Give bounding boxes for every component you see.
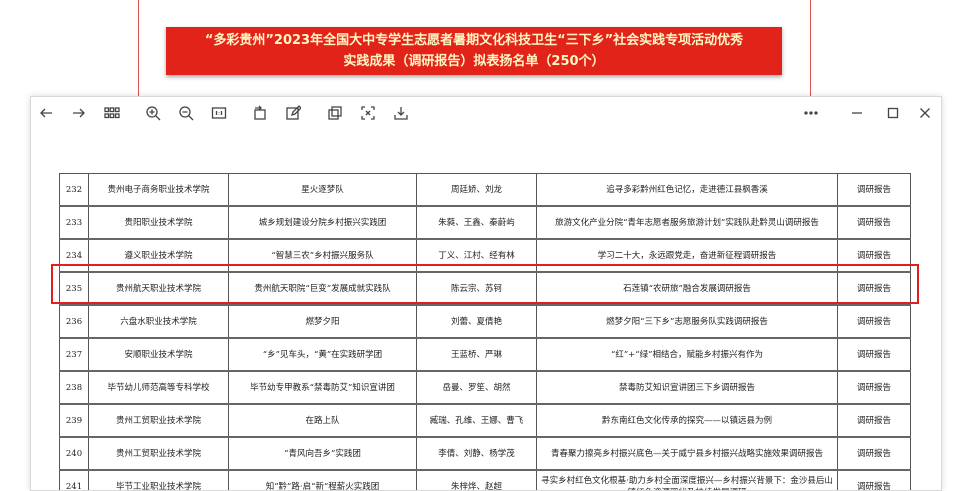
- table-row: 236 六盘水职业技术学院 燃梦夕阳 刘蕾、夏倩艳 燃梦夕阳“三下乡”志愿服务队实践调研…: [59, 304, 911, 339]
- report-title-cell: 燃梦夕阳“三下乡”志愿服务队实践调研报告: [536, 304, 838, 339]
- report-title-cell: 追寻多彩黔州红色记忆，走进德江县枫香溪: [536, 173, 838, 207]
- report-type-cell: 调研报告: [837, 469, 911, 490]
- school-name-cell: 毕节工业职业技术学院: [88, 469, 229, 490]
- table-row: 235 贵州航天职业技术学院 贵州航天职院“巨变”发展成就实践队 陈云宗、苏钶 石莲镇“…: [59, 271, 911, 306]
- team-name-cell: 知“黔”路·启“新”程薪火实践团: [228, 469, 417, 490]
- download-icon[interactable]: [391, 103, 411, 123]
- team-name-cell: “青风向吾乡”实践团: [228, 436, 417, 471]
- actual-size-icon[interactable]: [209, 103, 229, 123]
- school-name-cell: 贵州航天职业技术学院: [88, 271, 229, 306]
- member-names-cell: 丁义、江村、经有林: [416, 238, 537, 273]
- team-name-cell: 燃梦夕阳: [228, 304, 417, 339]
- table-row: 240 贵州工贸职业技术学院 “青风向吾乡”实践团 李倩、刘静、杨学茂 青春聚力擦亮乡村…: [59, 436, 911, 471]
- report-type-cell: 调研报告: [837, 337, 911, 372]
- zoom-out-icon[interactable]: [176, 103, 196, 123]
- row-number-cell: 236: [59, 304, 89, 339]
- report-type-cell: 调研报告: [837, 436, 911, 471]
- member-names-cell: 李倩、刘静、杨学茂: [416, 436, 537, 471]
- table-row: 238 毕节幼儿师范高等专科学校 毕节幼专甲教系“禁毒防艾”知识宣讲团 岳曼、罗笙、胡…: [59, 370, 911, 405]
- row-number-cell: 240: [59, 436, 89, 471]
- forward-arrow-icon[interactable]: [69, 103, 89, 123]
- team-name-cell: “乡”见车头，“黄”在实践研学团: [228, 337, 417, 372]
- school-name-cell: 六盘水职业技术学院: [88, 304, 229, 339]
- report-title-cell: 学习二十大，永远跟党走，奋进新征程调研报告: [536, 238, 838, 273]
- school-name-cell: 贵州电子商务职业技术学院: [88, 173, 229, 207]
- report-title-cell: 旅游文化产业分院“青年志愿者服务旅游计划”实践队赴黔灵山调研报告: [536, 205, 838, 240]
- image-viewer-window: 232 贵州电子商务职业技术学院 星火逐梦队 周廷娇、刘龙 追寻多彩黔州红色记忆，走进德…: [30, 96, 942, 491]
- table-row: 239 贵州工贸职业技术学院 在路上队 臧瑞、孔维、王娜、曹飞 黔东南红色文化传承的探究…: [59, 403, 911, 438]
- document-border-right: [810, 0, 811, 96]
- report-title-cell: 禁毒防艾知识宣讲团三下乡调研报告: [536, 370, 838, 405]
- team-name-cell: 城乡规划建设分院乡村振兴实践团: [228, 205, 417, 240]
- row-number-cell: 232: [59, 173, 89, 207]
- zoom-in-icon[interactable]: [143, 103, 163, 123]
- report-title-cell: 寻实乡村红色文化根基·助力乡村全面深度振兴—乡村振兴背景下：金沙县后山镇红色资源…: [536, 469, 838, 490]
- maximize-icon[interactable]: [883, 103, 903, 123]
- report-title-cell: 石莲镇“农研旅”融合发展调研报告: [536, 271, 838, 306]
- row-number-cell: 234: [59, 238, 89, 273]
- banner-line-1: “多彩贵州”2023年全国大中专学生志愿者暑期文化科技卫生“三下乡”社会实践专项…: [204, 33, 744, 48]
- school-name-cell: 遵义职业技术学院: [88, 238, 229, 273]
- report-title-cell: 黔东南红色文化传承的探究——以镇远县为例: [536, 403, 838, 438]
- team-name-cell: 贵州航天职院“巨变”发展成就实践队: [228, 271, 417, 306]
- team-name-cell: 星火逐梦队: [228, 173, 417, 207]
- title-banner: “多彩贵州”2023年全国大中专学生志愿者暑期文化科技卫生“三下乡”社会实践专项…: [166, 27, 782, 75]
- report-type-cell: 调研报告: [837, 271, 911, 306]
- report-type-cell: 调研报告: [837, 238, 911, 273]
- school-name-cell: 毕节幼儿师范高等专科学校: [88, 370, 229, 405]
- report-type-cell: 调研报告: [837, 173, 911, 207]
- report-title-cell: “红”+“绿”相结合，赋能乡村振兴有作为: [536, 337, 838, 372]
- table-row: 233 贵阳职业技术学院 城乡规划建设分院乡村振兴实践团 朱蕤、王鑫、秦蔚屿 旅游文化产…: [59, 205, 911, 240]
- report-title-cell: 青春聚力擦亮乡村振兴底色—关于威宁县乡村振兴战略实施效果调研报告: [536, 436, 838, 471]
- team-name-cell: “智慧三农”乡村振兴服务队: [228, 238, 417, 273]
- commendation-table: 232 贵州电子商务职业技术学院 星火逐梦队 周廷娇、刘龙 追寻多彩黔州红色记忆，走进德…: [59, 173, 911, 490]
- grid-icon[interactable]: [102, 103, 122, 123]
- member-names-cell: 朱蕤、王鑫、秦蔚屿: [416, 205, 537, 240]
- report-type-cell: 调研报告: [837, 304, 911, 339]
- row-number-cell: 233: [59, 205, 89, 240]
- team-name-cell: 毕节幼专甲教系“禁毒防艾”知识宣讲团: [228, 370, 417, 405]
- row-number-cell: 235: [59, 271, 89, 306]
- row-number-cell: 239: [59, 403, 89, 438]
- member-names-cell: 臧瑞、孔维、王娜、曹飞: [416, 403, 537, 438]
- table-row: 241 毕节工业职业技术学院 知“黔”路·启“新”程薪火实践团 朱梓烨、赵超 寻实乡村红…: [59, 469, 911, 490]
- row-number-cell: 241: [59, 469, 89, 490]
- row-number-cell: 238: [59, 370, 89, 405]
- banner-line-2: 实践成果（调研报告）拟表扬名单（250个）: [343, 54, 605, 69]
- document-page: 232 贵州电子商务职业技术学院 星火逐梦队 周廷娇、刘龙 追寻多彩黔州红色记忆，走进德…: [31, 129, 941, 490]
- school-name-cell: 贵州工贸职业技术学院: [88, 436, 229, 471]
- team-name-cell: 在路上队: [228, 403, 417, 438]
- copy-icon[interactable]: [325, 103, 345, 123]
- table-row: 237 安顺职业技术学院 “乡”见车头，“黄”在实践研学团 王蓝桥、严琳 “红”+“绿”…: [59, 337, 911, 372]
- member-names-cell: 刘蕾、夏倩艳: [416, 304, 537, 339]
- school-name-cell: 贵阳职业技术学院: [88, 205, 229, 240]
- close-icon[interactable]: [915, 103, 935, 123]
- member-names-cell: 周廷娇、刘龙: [416, 173, 537, 207]
- edit-icon[interactable]: [283, 103, 303, 123]
- viewer-toolbar: [31, 97, 941, 129]
- school-name-cell: 贵州工贸职业技术学院: [88, 403, 229, 438]
- screenshot-icon[interactable]: [358, 103, 378, 123]
- report-type-cell: 调研报告: [837, 205, 911, 240]
- document-border-left: [138, 0, 139, 96]
- table-row: 234 遵义职业技术学院 “智慧三农”乡村振兴服务队 丁义、江村、经有林 学习二十大，永…: [59, 238, 911, 273]
- back-arrow-icon[interactable]: [36, 103, 56, 123]
- more-icon[interactable]: [801, 103, 821, 123]
- report-type-cell: 调研报告: [837, 370, 911, 405]
- school-name-cell: 安顺职业技术学院: [88, 337, 229, 372]
- member-names-cell: 陈云宗、苏钶: [416, 271, 537, 306]
- rotate-icon[interactable]: [250, 103, 270, 123]
- minimize-icon[interactable]: [847, 103, 867, 123]
- member-names-cell: 岳曼、罗笙、胡然: [416, 370, 537, 405]
- report-type-cell: 调研报告: [837, 403, 911, 438]
- table-row: 232 贵州电子商务职业技术学院 星火逐梦队 周廷娇、刘龙 追寻多彩黔州红色记忆，走进德…: [59, 173, 911, 207]
- member-names-cell: 王蓝桥、严琳: [416, 337, 537, 372]
- member-names-cell: 朱梓烨、赵超: [416, 469, 537, 490]
- row-number-cell: 237: [59, 337, 89, 372]
